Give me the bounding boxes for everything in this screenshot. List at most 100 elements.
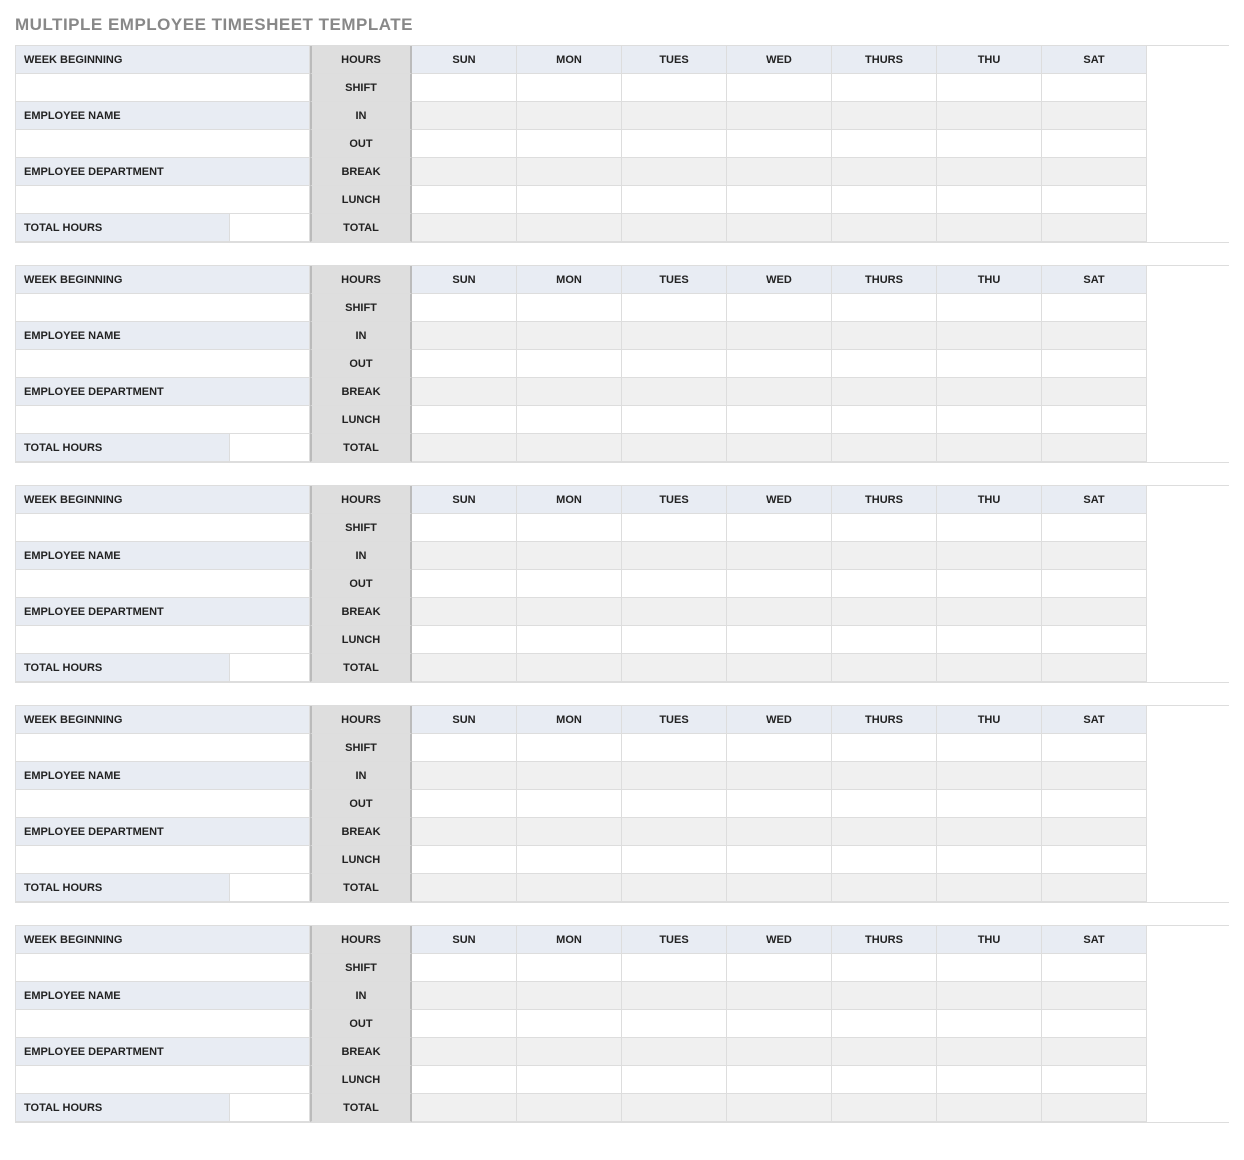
day-cell[interactable] [832, 158, 937, 186]
day-cell[interactable] [1042, 874, 1147, 902]
day-cell[interactable] [517, 214, 622, 242]
employee-name-input[interactable] [15, 570, 310, 598]
total-hours-value[interactable] [230, 654, 310, 682]
day-cell[interactable] [727, 1010, 832, 1038]
day-cell[interactable] [1042, 598, 1147, 626]
day-cell[interactable] [517, 294, 622, 322]
day-cell[interactable] [832, 874, 937, 902]
day-cell[interactable] [517, 654, 622, 682]
employee-name-input[interactable] [15, 130, 310, 158]
day-cell[interactable] [622, 542, 727, 570]
day-cell[interactable] [622, 186, 727, 214]
day-cell[interactable] [412, 542, 517, 570]
day-cell[interactable] [1042, 542, 1147, 570]
day-cell[interactable] [727, 790, 832, 818]
day-cell[interactable] [937, 818, 1042, 846]
day-cell[interactable] [517, 350, 622, 378]
day-cell[interactable] [1042, 294, 1147, 322]
day-cell[interactable] [1042, 102, 1147, 130]
day-cell[interactable] [832, 350, 937, 378]
day-cell[interactable] [937, 570, 1042, 598]
day-cell[interactable] [412, 130, 517, 158]
total-hours-value[interactable] [230, 214, 310, 242]
day-cell[interactable] [832, 982, 937, 1010]
day-cell[interactable] [937, 846, 1042, 874]
day-cell[interactable] [1042, 406, 1147, 434]
day-cell[interactable] [622, 294, 727, 322]
day-cell[interactable] [937, 74, 1042, 102]
day-cell[interactable] [937, 378, 1042, 406]
week-beginning-input[interactable] [15, 74, 310, 102]
day-cell[interactable] [1042, 654, 1147, 682]
day-cell[interactable] [622, 74, 727, 102]
day-cell[interactable] [622, 350, 727, 378]
day-cell[interactable] [622, 598, 727, 626]
day-cell[interactable] [832, 406, 937, 434]
day-cell[interactable] [1042, 130, 1147, 158]
day-cell[interactable] [727, 74, 832, 102]
day-cell[interactable] [937, 294, 1042, 322]
total-hours-value[interactable] [230, 1094, 310, 1122]
day-cell[interactable] [412, 846, 517, 874]
day-cell[interactable] [517, 982, 622, 1010]
day-cell[interactable] [622, 654, 727, 682]
day-cell[interactable] [727, 130, 832, 158]
day-cell[interactable] [517, 762, 622, 790]
day-cell[interactable] [832, 790, 937, 818]
day-cell[interactable] [412, 1010, 517, 1038]
employee-department-input[interactable] [15, 186, 310, 214]
day-cell[interactable] [517, 1094, 622, 1122]
day-cell[interactable] [727, 542, 832, 570]
day-cell[interactable] [832, 846, 937, 874]
day-cell[interactable] [727, 406, 832, 434]
day-cell[interactable] [727, 158, 832, 186]
day-cell[interactable] [517, 406, 622, 434]
day-cell[interactable] [1042, 818, 1147, 846]
day-cell[interactable] [622, 982, 727, 1010]
day-cell[interactable] [727, 1066, 832, 1094]
day-cell[interactable] [727, 294, 832, 322]
day-cell[interactable] [832, 294, 937, 322]
day-cell[interactable] [622, 1094, 727, 1122]
day-cell[interactable] [1042, 846, 1147, 874]
day-cell[interactable] [937, 350, 1042, 378]
day-cell[interactable] [727, 186, 832, 214]
day-cell[interactable] [412, 158, 517, 186]
day-cell[interactable] [832, 762, 937, 790]
day-cell[interactable] [1042, 1010, 1147, 1038]
day-cell[interactable] [517, 954, 622, 982]
day-cell[interactable] [727, 1094, 832, 1122]
day-cell[interactable] [727, 570, 832, 598]
day-cell[interactable] [1042, 982, 1147, 1010]
day-cell[interactable] [1042, 378, 1147, 406]
day-cell[interactable] [832, 626, 937, 654]
day-cell[interactable] [412, 322, 517, 350]
day-cell[interactable] [517, 378, 622, 406]
day-cell[interactable] [412, 818, 517, 846]
day-cell[interactable] [412, 434, 517, 462]
day-cell[interactable] [412, 762, 517, 790]
day-cell[interactable] [727, 954, 832, 982]
day-cell[interactable] [832, 378, 937, 406]
day-cell[interactable] [622, 762, 727, 790]
day-cell[interactable] [1042, 214, 1147, 242]
day-cell[interactable] [622, 158, 727, 186]
day-cell[interactable] [832, 1066, 937, 1094]
day-cell[interactable] [832, 1038, 937, 1066]
day-cell[interactable] [832, 1094, 937, 1122]
day-cell[interactable] [622, 434, 727, 462]
day-cell[interactable] [622, 818, 727, 846]
day-cell[interactable] [937, 542, 1042, 570]
day-cell[interactable] [412, 954, 517, 982]
day-cell[interactable] [622, 514, 727, 542]
day-cell[interactable] [727, 734, 832, 762]
day-cell[interactable] [412, 406, 517, 434]
day-cell[interactable] [622, 874, 727, 902]
day-cell[interactable] [622, 570, 727, 598]
employee-department-input[interactable] [15, 626, 310, 654]
day-cell[interactable] [412, 514, 517, 542]
day-cell[interactable] [937, 982, 1042, 1010]
week-beginning-input[interactable] [15, 954, 310, 982]
day-cell[interactable] [937, 186, 1042, 214]
day-cell[interactable] [727, 378, 832, 406]
